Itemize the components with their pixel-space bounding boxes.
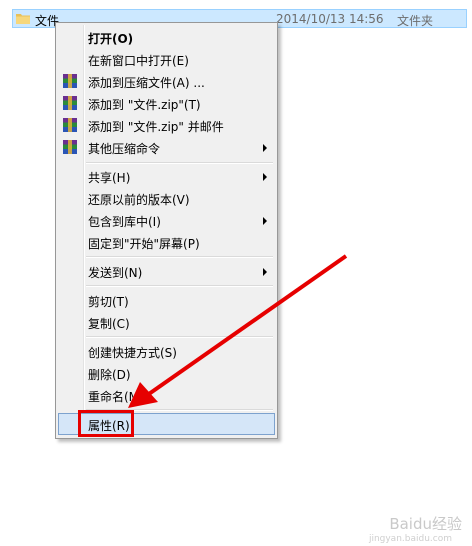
annotation-arrow <box>128 254 348 408</box>
watermark-url: jingyan.baidu.com <box>368 534 452 544</box>
arrow-head <box>128 382 158 408</box>
arrow-shaft <box>144 254 348 398</box>
watermark: Baidu经验 <box>389 515 462 533</box>
